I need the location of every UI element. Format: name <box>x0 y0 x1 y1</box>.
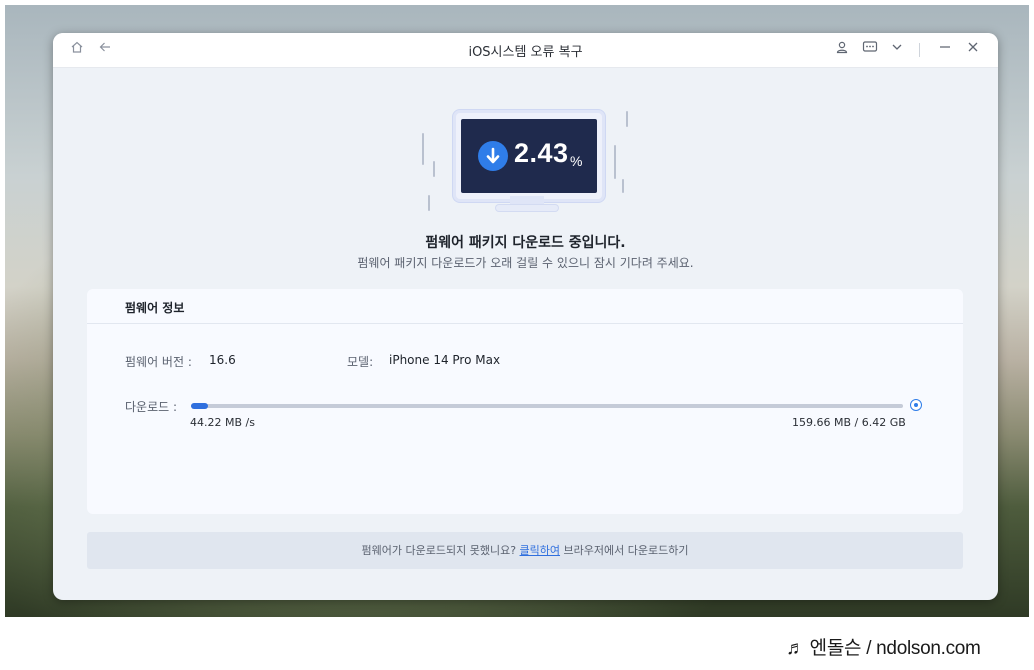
download-percent: 2.43 <box>514 138 569 168</box>
window-title: iOS시스템 오류 복구 <box>468 45 583 60</box>
monitor-base <box>496 205 558 211</box>
download-status-subtitle: 펌웨어 패키지 다운로드가 오래 걸릴 수 있으니 잠시 기다려 주세요. <box>357 256 694 270</box>
decor-line <box>422 133 424 165</box>
download-arrow-icon <box>478 141 508 171</box>
decor-line <box>626 111 628 127</box>
decor-line <box>428 195 430 211</box>
progress-end-icon <box>910 399 922 411</box>
download-label: 다운로드 : <box>125 400 178 414</box>
percent-sign: % <box>570 153 583 169</box>
monitor-screen: 2.43 % <box>461 119 597 193</box>
title-bar: iOS시스템 오류 복구 <box>53 33 998 68</box>
titlebar-divider <box>919 43 920 57</box>
footer-prefix-text: 펌웨어가 다운로드되지 못했니요? <box>361 544 517 557</box>
footer-bar: 펌웨어가 다운로드되지 못했니요? 클릭하여 브라우저에서 다운로드하기 <box>87 532 963 569</box>
footer-suffix-text: 브라우저에서 다운로드하기 <box>563 544 689 557</box>
firmware-info-title: 펌웨어 정보 <box>125 301 185 315</box>
decor-line <box>614 145 616 179</box>
model-value: iPhone 14 Pro Max <box>389 353 501 367</box>
download-progress-bar <box>191 403 903 409</box>
download-illustration: 2.43 % <box>413 103 653 233</box>
user-icon[interactable] <box>831 39 853 61</box>
download-size-progress: 159.66 MB / 6.42 GB <box>792 416 906 429</box>
firmware-info-card: 펌웨어 정보 펌웨어 버전 : 16.6 모델: iPhone 14 Pro M… <box>87 289 963 514</box>
browser-download-link[interactable]: 클릭하여 <box>520 544 560 557</box>
model-label: 모델: <box>347 355 374 369</box>
close-icon[interactable] <box>962 39 984 61</box>
monitor: 2.43 % <box>453 110 605 202</box>
firmware-version-value: 16.6 <box>209 353 236 367</box>
firmware-version-label: 펌웨어 버전 : <box>125 355 192 369</box>
download-progress-fill <box>191 403 209 409</box>
chevron-down-icon[interactable] <box>886 39 908 61</box>
app-window: iOS시스템 오류 복구 2.43 % 펌웨어 패키지 다운로드 중입니다. 펌… <box>53 33 998 600</box>
download-status-title: 펌웨어 패키지 다운로드 중입니다. <box>425 235 626 251</box>
watermark-text: ♬ 엔돌슨 / ndolson.com <box>786 638 981 659</box>
minimize-icon[interactable] <box>934 39 956 61</box>
decor-line <box>622 179 624 193</box>
card-header: 펌웨어 정보 <box>87 289 963 324</box>
decor-line <box>433 161 435 177</box>
download-speed: 44.22 MB /s <box>190 416 255 429</box>
chat-icon[interactable] <box>859 39 881 61</box>
